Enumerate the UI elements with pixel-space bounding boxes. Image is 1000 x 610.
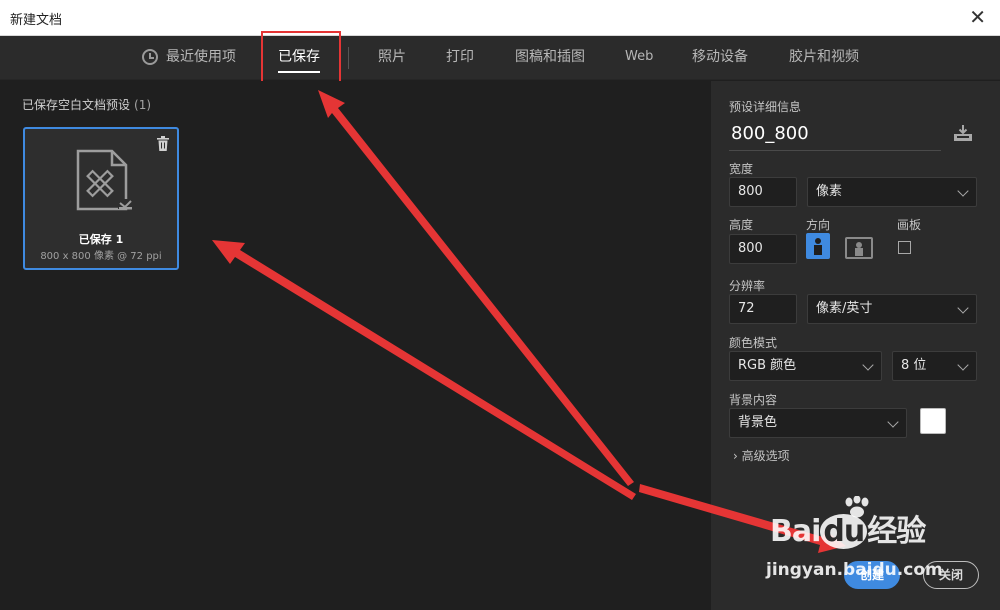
orientation-label: 方向 — [806, 218, 831, 232]
chevron-right-icon: › — [733, 449, 738, 463]
preset-name: 已保存 1 — [78, 233, 124, 246]
background-value: 背景色 — [738, 415, 778, 430]
save-preset-icon[interactable] — [954, 125, 972, 141]
height-label: 高度 — [729, 218, 754, 232]
tab-web[interactable]: Web — [625, 36, 653, 80]
tab-divider — [348, 47, 349, 69]
chevron-down-icon — [957, 302, 969, 314]
tab-art-illustration[interactable]: 图稿和插图 — [515, 36, 585, 80]
color-mode-select[interactable]: RGB 颜色 — [729, 351, 882, 381]
width-unit-select[interactable]: 像素 — [807, 177, 977, 207]
background-label: 背景内容 — [729, 393, 778, 407]
preset-details-panel: 预设详细信息 800_800 宽度 800 像素 高度 方向 画板 800 分辨… — [711, 81, 1000, 610]
window-title-bar: 新建文档 ✕ — [0, 0, 1000, 36]
color-mode-value: RGB 颜色 — [738, 358, 797, 373]
chevron-down-icon — [862, 359, 874, 371]
chevron-down-icon — [957, 185, 969, 197]
preset-card[interactable]: 已保存 1 800 x 800 像素 @ 72 ppi — [23, 127, 179, 270]
chevron-down-icon — [957, 359, 969, 371]
preset-name-input[interactable]: 800_800 — [729, 119, 941, 151]
width-unit-value: 像素 — [816, 184, 843, 199]
landscape-orientation-icon[interactable] — [845, 237, 873, 259]
trash-icon[interactable] — [156, 136, 170, 151]
preset-meta: 800 x 800 像素 @ 72 ppi — [40, 251, 162, 262]
artboard-label: 画板 — [897, 218, 922, 232]
window-title: 新建文档 — [10, 13, 63, 28]
person-body — [855, 248, 863, 256]
close-button[interactable]: 关闭 — [923, 561, 979, 589]
tab-photo[interactable]: 照片 — [378, 36, 406, 80]
resolution-label: 分辨率 — [729, 279, 766, 293]
tab-recent[interactable]: 最近使用项 — [166, 36, 236, 80]
chevron-down-icon — [887, 416, 899, 428]
close-icon[interactable]: ✕ — [969, 6, 986, 28]
details-heading: 预设详细信息 — [729, 100, 802, 114]
create-button[interactable]: 创建 — [844, 561, 900, 589]
tab-mobile[interactable]: 移动设备 — [692, 36, 748, 80]
resolution-unit-select[interactable]: 像素/英寸 — [807, 294, 977, 324]
tab-print[interactable]: 打印 — [446, 36, 474, 80]
resolution-input[interactable]: 72 — [729, 294, 797, 324]
background-select[interactable]: 背景色 — [729, 408, 907, 438]
background-color-swatch[interactable] — [920, 408, 946, 434]
artboard-checkbox[interactable] — [898, 241, 911, 254]
tab-film-video[interactable]: 胶片和视频 — [789, 36, 859, 80]
width-input[interactable]: 800 — [729, 177, 797, 207]
preset-count: (1) — [134, 98, 152, 112]
document-tools-icon — [76, 149, 132, 211]
advanced-options-label: 高级选项 — [741, 449, 790, 463]
bit-depth-value: 8 位 — [901, 358, 927, 373]
color-mode-label: 颜色模式 — [729, 336, 778, 350]
section-title: 已保存空白文档预设 (1) — [22, 96, 151, 113]
bit-depth-select[interactable]: 8 位 — [892, 351, 977, 381]
saved-presets-area: 已保存空白文档预设 (1) 已保存 1 800 x 800 像素 @ 72 ppi — [0, 81, 711, 610]
clock-icon — [142, 49, 158, 65]
advanced-options-toggle[interactable]: › 高级选项 — [733, 447, 790, 464]
resolution-unit-value: 像素/英寸 — [816, 301, 873, 316]
person-body — [814, 245, 822, 255]
preset-tab-bar: 最近使用项 已保存 照片 打印 图稿和插图 Web 移动设备 胶片和视频 — [0, 36, 1000, 80]
height-input[interactable]: 800 — [729, 234, 797, 264]
portrait-orientation-icon[interactable] — [806, 233, 830, 259]
width-label: 宽度 — [729, 162, 754, 176]
section-title-label: 已保存空白文档预设 — [22, 98, 131, 112]
person-head — [815, 238, 821, 244]
